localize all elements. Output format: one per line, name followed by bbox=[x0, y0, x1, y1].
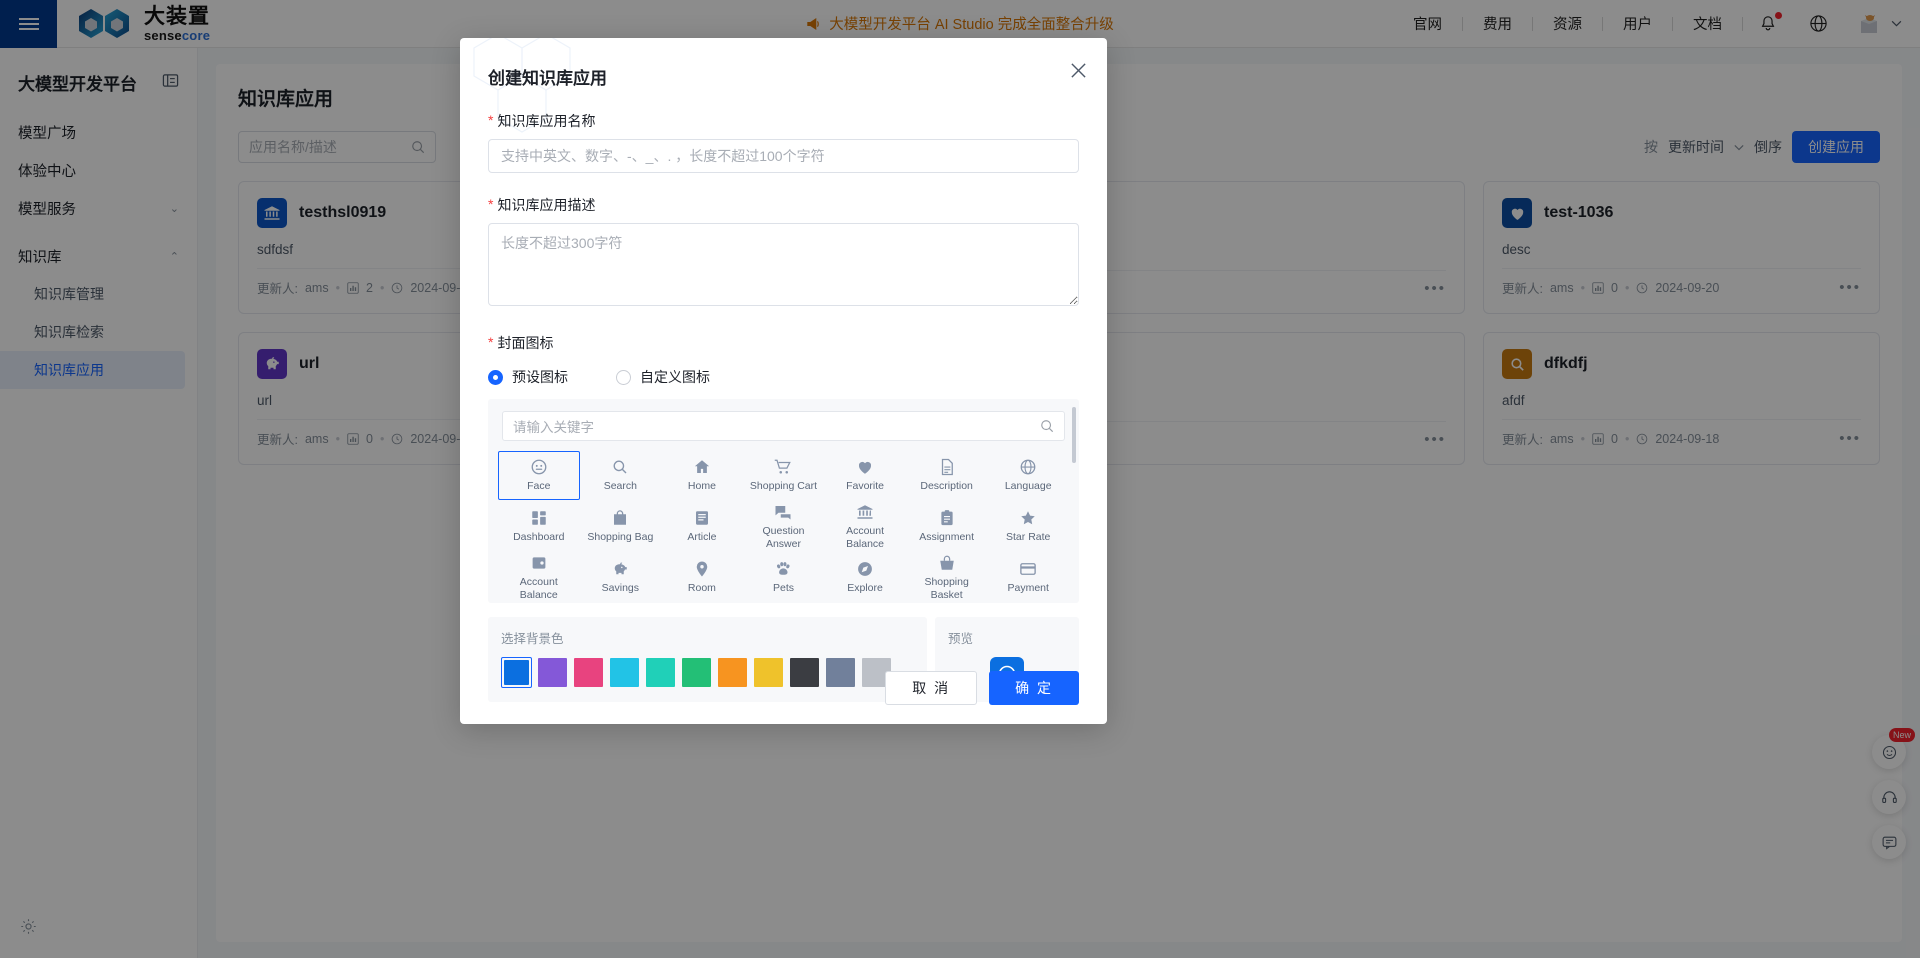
icon-option-label: Shopping Cart bbox=[750, 480, 817, 492]
icon-option-room[interactable]: Room bbox=[661, 553, 743, 602]
icon-option-label: Article bbox=[687, 531, 716, 543]
icon-option-label: Room bbox=[688, 582, 716, 594]
account-balance-icon bbox=[856, 503, 874, 521]
cancel-button[interactable]: 取 消 bbox=[885, 671, 977, 705]
icon-option-label: Explore bbox=[847, 582, 883, 594]
star-rate-icon bbox=[1019, 509, 1037, 527]
shopping-cart-icon bbox=[774, 458, 792, 476]
icon-mode-radio-group: 预设图标 自定义图标 bbox=[488, 367, 1079, 387]
icon-option-label: Assignment bbox=[919, 531, 974, 543]
icon-option-savings[interactable]: Savings bbox=[580, 553, 662, 602]
application-name-input[interactable] bbox=[488, 139, 1079, 173]
create-kb-application-dialog: 创建知识库应用 * 知识库应用名称 * 知识库应用描述 * 封面图标 预设图标 bbox=[460, 38, 1107, 724]
icon-option-label: Payment bbox=[1007, 582, 1048, 594]
icon-option-label: Pets bbox=[773, 582, 794, 594]
background-color-label: 选择背景色 bbox=[501, 628, 914, 647]
icon-option-pets[interactable]: Pets bbox=[743, 553, 825, 602]
icon-search-placeholder: 请输入关键字 bbox=[513, 416, 594, 436]
icon-panel-scrollbar[interactable] bbox=[1072, 407, 1076, 463]
face-icon bbox=[530, 458, 548, 476]
icon-option-favorite[interactable]: Favorite bbox=[824, 451, 906, 500]
dialog-footer: 取 消 确 定 bbox=[460, 652, 1107, 724]
icon-option-payment[interactable]: Payment bbox=[987, 553, 1069, 602]
explore-icon bbox=[856, 560, 874, 578]
icon-option-question-answer[interactable]: Question Answer bbox=[743, 502, 825, 551]
icon-option-dashboard[interactable]: Dashboard bbox=[498, 502, 580, 551]
description-field-label: * 知识库应用描述 bbox=[488, 195, 1079, 215]
icon-option-account-balance[interactable]: Account Balance bbox=[824, 502, 906, 551]
cover-icon-field-label: * 封面图标 bbox=[488, 333, 1079, 353]
icon-option-assignment[interactable]: Assignment bbox=[906, 502, 988, 551]
icon-search-input[interactable]: 请输入关键字 bbox=[502, 411, 1065, 441]
icon-option-label: Account Balance bbox=[502, 576, 576, 600]
icon-option-label: Shopping Basket bbox=[910, 576, 984, 600]
icon-option-shopping-basket[interactable]: Shopping Basket bbox=[906, 553, 988, 602]
application-description-textarea[interactable] bbox=[488, 223, 1079, 306]
icon-option-star-rate[interactable]: Star Rate bbox=[987, 502, 1069, 551]
shopping-bag-icon bbox=[611, 509, 629, 527]
radio-custom-icon[interactable]: 自定义图标 bbox=[616, 367, 710, 387]
radio-button-icon bbox=[616, 370, 631, 385]
dialog-title: 创建知识库应用 bbox=[460, 38, 1107, 89]
icon-option-language[interactable]: Language bbox=[987, 451, 1069, 500]
icon-option-face[interactable]: Face bbox=[498, 451, 580, 500]
dialog-body: * 知识库应用名称 * 知识库应用描述 * 封面图标 预设图标 bbox=[460, 111, 1107, 702]
description-label-text: 知识库应用描述 bbox=[497, 195, 595, 215]
icon-option-label: Dashboard bbox=[513, 531, 564, 543]
icon-option-label: Language bbox=[1005, 480, 1052, 492]
icon-option-explore[interactable]: Explore bbox=[824, 553, 906, 602]
preset-icon-picker: 请输入关键字 Face bbox=[488, 399, 1079, 603]
search-icon bbox=[1040, 419, 1054, 433]
icon-option-search[interactable]: Search bbox=[580, 451, 662, 500]
search-icon bbox=[611, 458, 629, 476]
description-icon bbox=[938, 458, 956, 476]
icon-option-account-balance-wallet[interactable]: Account Balance bbox=[498, 553, 580, 602]
radio-preset-label: 预设图标 bbox=[512, 367, 568, 387]
cover-icon-label-text: 封面图标 bbox=[497, 333, 553, 353]
question-answer-icon bbox=[774, 503, 792, 521]
name-field-label: * 知识库应用名称 bbox=[488, 111, 1079, 131]
preview-label: 预览 bbox=[935, 628, 973, 647]
icon-option-label: Face bbox=[527, 480, 550, 492]
icon-option-label: Savings bbox=[602, 582, 639, 594]
icon-option-label: Star Rate bbox=[1006, 531, 1050, 543]
icon-option-shopping-bag[interactable]: Shopping Bag bbox=[580, 502, 662, 551]
icon-option-label: Description bbox=[920, 480, 973, 492]
screen-root: 大装置 sensecore 大模型开发平台 AI Studio 完成全面整合升级… bbox=[0, 0, 1920, 958]
required-asterisk: * bbox=[488, 333, 493, 353]
icon-option-label: Account Balance bbox=[828, 525, 902, 549]
icon-grid: Face Search Home bbox=[498, 451, 1069, 602]
icon-option-description[interactable]: Description bbox=[906, 451, 988, 500]
pets-icon bbox=[774, 560, 792, 578]
icon-option-article[interactable]: Article bbox=[661, 502, 743, 551]
required-asterisk: * bbox=[488, 111, 493, 131]
savings-icon bbox=[611, 560, 629, 578]
icon-option-label: Search bbox=[604, 480, 637, 492]
radio-button-icon bbox=[488, 370, 503, 385]
icon-option-shopping-cart[interactable]: Shopping Cart bbox=[743, 451, 825, 500]
name-label-text: 知识库应用名称 bbox=[497, 111, 595, 131]
radio-custom-label: 自定义图标 bbox=[640, 367, 710, 387]
radio-preset-icon[interactable]: 预设图标 bbox=[488, 367, 568, 387]
required-asterisk: * bbox=[488, 195, 493, 215]
confirm-button[interactable]: 确 定 bbox=[989, 671, 1079, 705]
icon-option-home[interactable]: Home bbox=[661, 451, 743, 500]
payment-icon bbox=[1019, 560, 1037, 578]
dashboard-icon bbox=[530, 509, 548, 527]
icon-option-label: Shopping Bag bbox=[587, 531, 653, 543]
article-icon bbox=[693, 509, 711, 527]
icon-option-label: Home bbox=[688, 480, 716, 492]
home-icon bbox=[693, 458, 711, 476]
account-balance-wallet-icon bbox=[530, 554, 548, 572]
shopping-basket-icon bbox=[938, 554, 956, 572]
assignment-icon bbox=[938, 509, 956, 527]
language-icon bbox=[1019, 458, 1037, 476]
icon-option-label: Favorite bbox=[846, 480, 884, 492]
favorite-icon bbox=[856, 458, 874, 476]
icon-option-label: Question Answer bbox=[746, 525, 820, 549]
room-icon bbox=[693, 560, 711, 578]
